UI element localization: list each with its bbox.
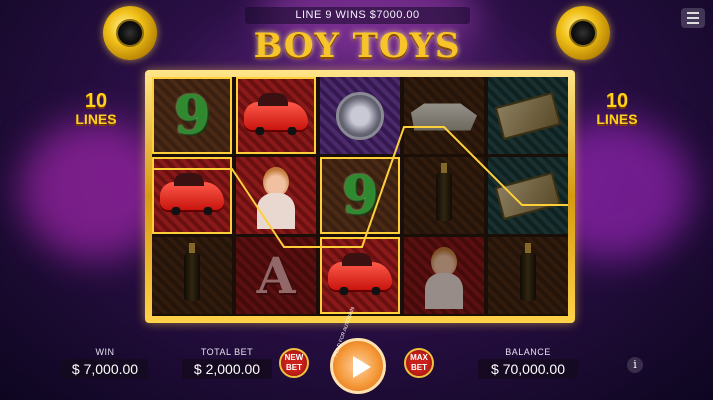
balance-value: $ 70,000.00 bbox=[478, 359, 578, 379]
reel-cell: 9 bbox=[152, 77, 232, 154]
play-icon bbox=[353, 356, 371, 378]
reel-cell bbox=[488, 157, 568, 234]
reel-cell bbox=[320, 237, 400, 314]
info-button[interactable]: i bbox=[627, 357, 643, 373]
symbol-A-icon: A bbox=[256, 246, 296, 305]
symbol-car-icon bbox=[244, 92, 308, 135]
max-bet-button[interactable]: MAX BET bbox=[404, 348, 434, 378]
speaker-left-icon bbox=[103, 6, 157, 60]
symbol-bottle-icon bbox=[184, 242, 200, 301]
win-value: $ 7,000.00 bbox=[62, 359, 148, 379]
reel-cell bbox=[152, 237, 232, 314]
symbol-bottle-icon bbox=[436, 162, 452, 221]
win-label: WIN bbox=[95, 347, 115, 357]
new-bet-button[interactable]: NEW BET bbox=[279, 348, 309, 378]
reel-cell: A bbox=[236, 237, 316, 314]
reel-cell bbox=[320, 77, 400, 154]
bottom-bar: WIN $ 7,000.00 TOTAL BET $ 2,000.00 NEW … bbox=[0, 306, 713, 400]
symbol-woman-icon bbox=[253, 163, 299, 229]
symbol-car-icon bbox=[160, 172, 224, 215]
lines-count: 10 bbox=[605, 90, 629, 112]
reel-cell bbox=[152, 157, 232, 234]
menu-button[interactable] bbox=[681, 8, 705, 28]
total-bet-value: $ 2,000.00 bbox=[182, 359, 272, 379]
reel-cell bbox=[236, 77, 316, 154]
reel-cell bbox=[488, 77, 568, 154]
lines-label: LINES bbox=[596, 111, 638, 127]
symbol-nine-icon: 9 bbox=[341, 165, 379, 226]
reel-grid: 99A bbox=[152, 77, 568, 316]
reel-cell: 9 bbox=[320, 157, 400, 234]
symbol-car-icon bbox=[328, 252, 392, 295]
win-line-banner: LINE 9 WINS $7000.00 bbox=[245, 7, 470, 24]
reel-cell bbox=[404, 157, 484, 234]
spin-button[interactable]: HOLD FOR AUTOSPIN bbox=[330, 306, 386, 394]
lines-label: LINES bbox=[75, 111, 117, 127]
symbol-money-icon bbox=[494, 91, 562, 140]
symbol-nine-icon: 9 bbox=[173, 85, 211, 146]
balance-label: BALANCE bbox=[505, 347, 551, 357]
total-bet-display: TOTAL BET $ 2,000.00 bbox=[182, 347, 272, 379]
lines-badge-right: 10 LINES bbox=[587, 90, 647, 128]
symbol-bottle-icon bbox=[520, 242, 536, 301]
reel-cell bbox=[404, 77, 484, 154]
hold-autospin-label: HOLD FOR AUTOSPIN bbox=[332, 306, 357, 358]
reel-cell bbox=[488, 237, 568, 314]
speaker-right-icon bbox=[556, 6, 610, 60]
balance-display: BALANCE $ 70,000.00 bbox=[478, 347, 578, 379]
lines-badge-left: 10 LINES bbox=[66, 90, 126, 128]
menu-icon bbox=[687, 12, 699, 14]
game-logo: BOY TOYS bbox=[253, 26, 461, 66]
reel-cell bbox=[236, 157, 316, 234]
reel-cell bbox=[404, 237, 484, 314]
lines-count: 10 bbox=[84, 90, 108, 112]
symbol-watch-icon bbox=[336, 91, 384, 140]
total-bet-label: TOTAL BET bbox=[200, 347, 254, 357]
symbol-yacht-icon bbox=[411, 103, 477, 131]
symbol-money-icon bbox=[494, 171, 562, 220]
symbol-woman-icon bbox=[421, 243, 467, 309]
win-display: WIN $ 7,000.00 bbox=[62, 347, 148, 379]
reel-frame: 99A bbox=[145, 70, 575, 323]
